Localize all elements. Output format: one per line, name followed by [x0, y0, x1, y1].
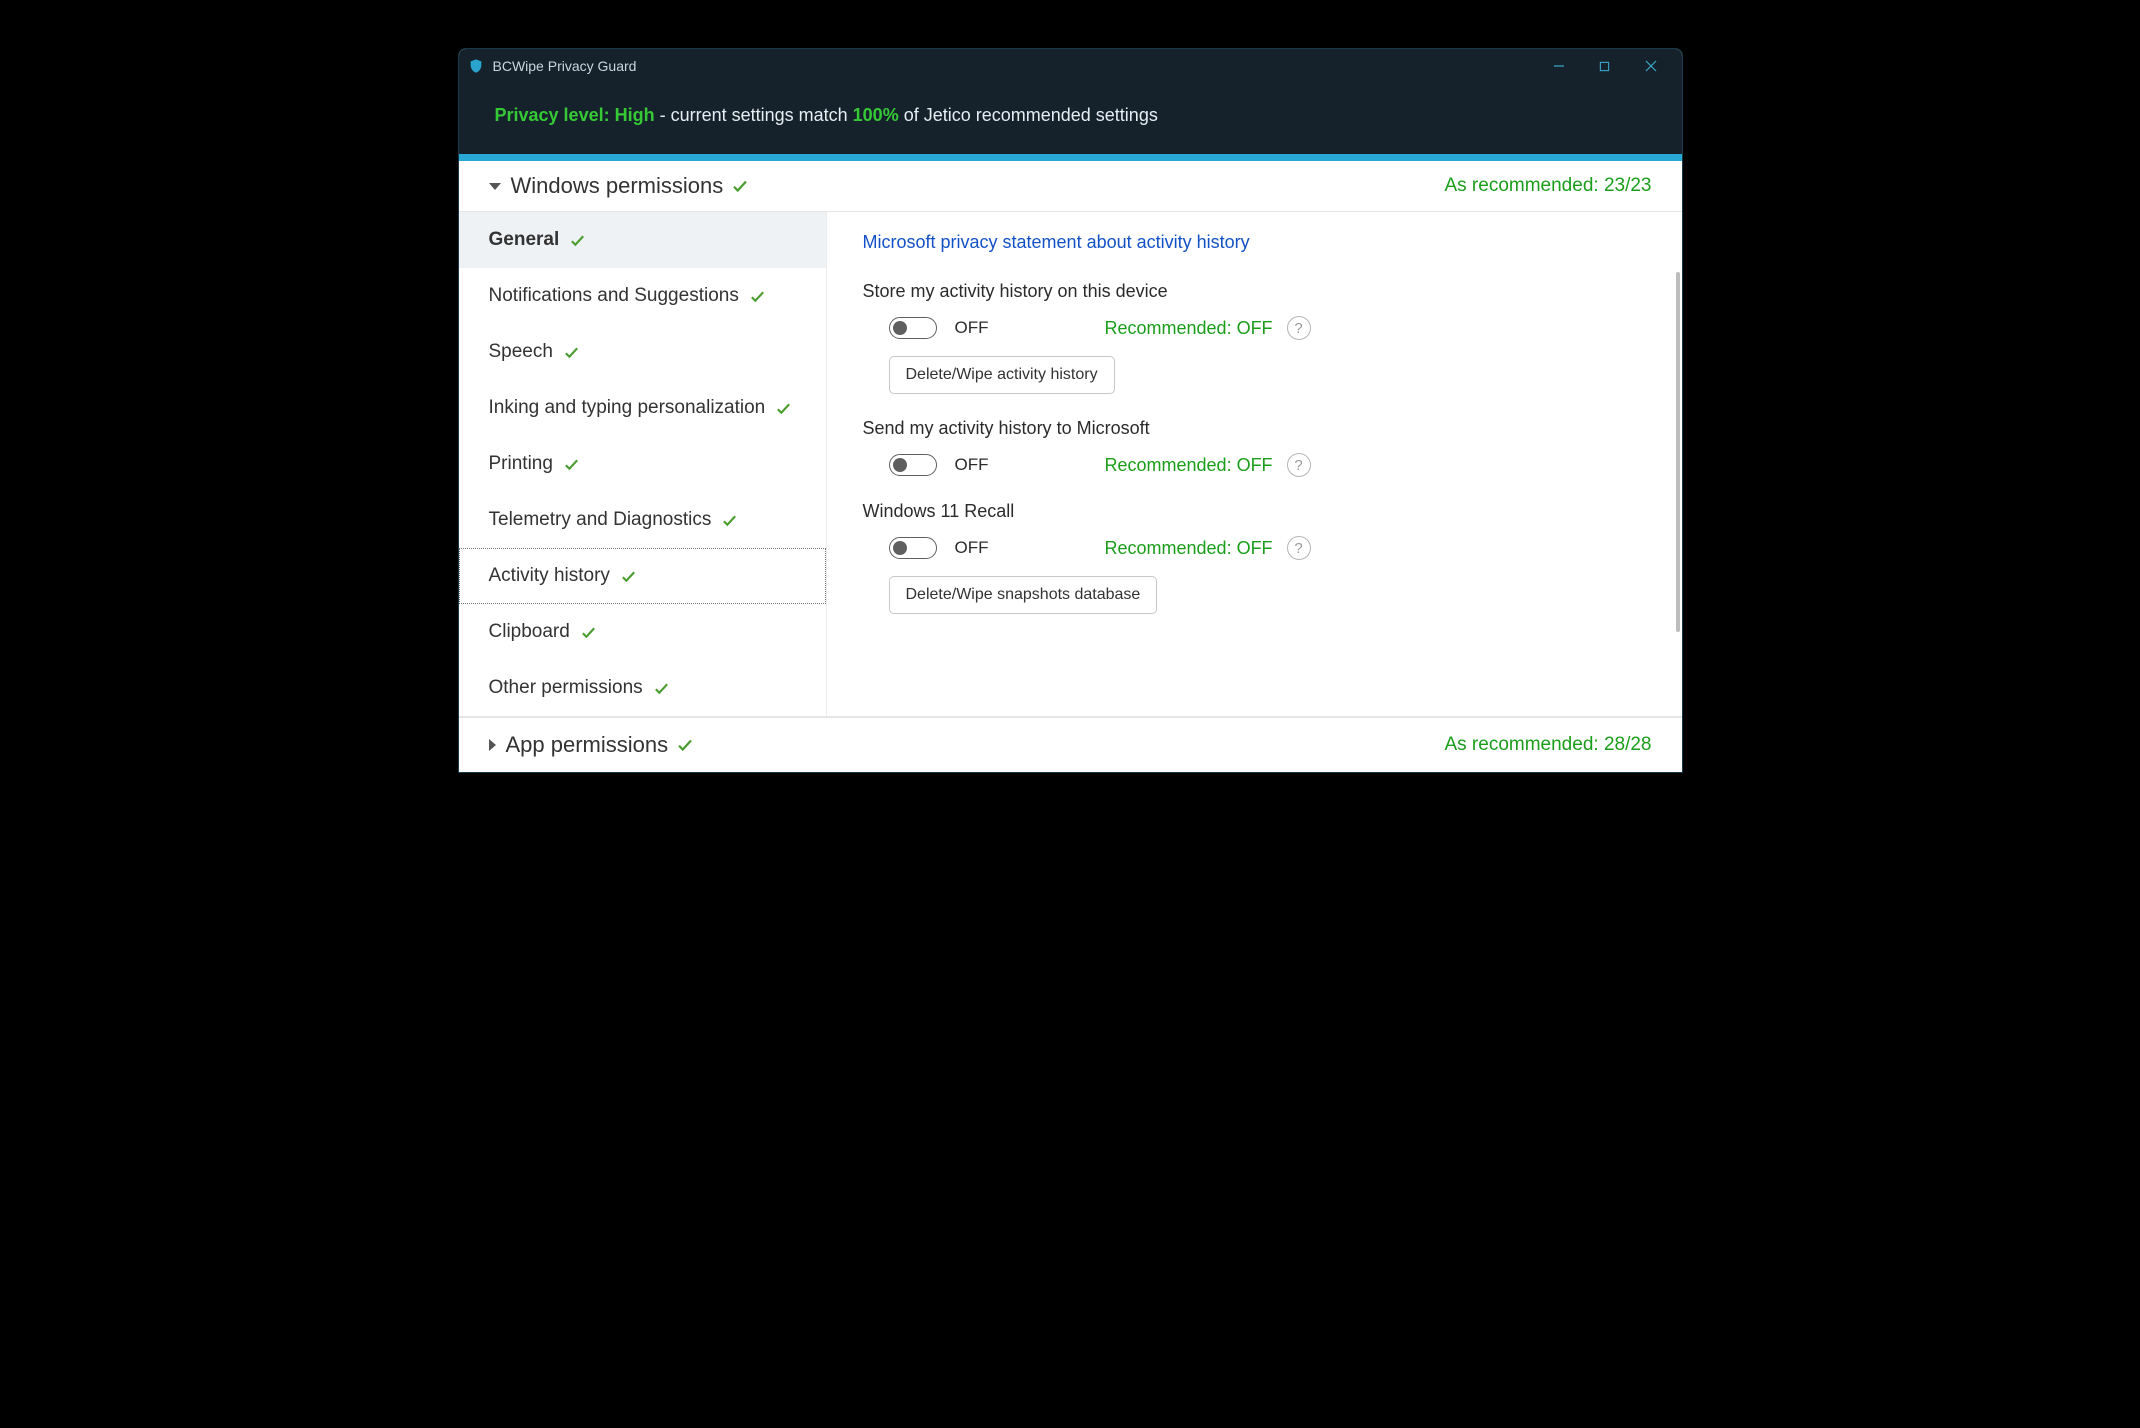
setting-group: Windows 11 Recall OFFRecommended: OFF? Del… [863, 501, 1656, 614]
setting-row: OFFRecommended: OFF? [863, 316, 1656, 340]
sidebar-item-printing[interactable]: Printing [459, 436, 826, 492]
toggle-switch[interactable] [889, 454, 937, 476]
sidebar-item-label: Printing [489, 453, 553, 475]
help-icon[interactable]: ? [1287, 453, 1311, 477]
content-panel: Microsoft privacy statement about activi… [826, 212, 1682, 716]
sidebar: General Notifications and Suggestions Spee… [459, 212, 826, 716]
privacy-percent: 100% [853, 105, 899, 125]
check-icon [580, 624, 597, 641]
app-shield-icon [467, 57, 485, 75]
setting-row: OFFRecommended: OFF? [863, 453, 1656, 477]
check-icon [563, 344, 580, 361]
setting-row: OFFRecommended: OFF? [863, 536, 1656, 560]
banner-text-1: - current settings match [655, 105, 853, 125]
check-icon [731, 177, 749, 195]
check-icon [676, 736, 694, 754]
toggle-state-label: OFF [955, 455, 1105, 475]
sidebar-item-speech[interactable]: Speech [459, 324, 826, 380]
recommended-label: Recommended: OFF [1105, 538, 1273, 559]
setting-title: Windows 11 Recall [863, 501, 1656, 522]
sidebar-item-clipboard[interactable]: Clipboard [459, 604, 826, 660]
privacy-banner: Privacy level: High - current settings m… [459, 83, 1682, 154]
sidebar-item-other-permissions[interactable]: Other permissions [459, 660, 826, 716]
setting-title: Store my activity history on this device [863, 281, 1656, 302]
check-icon [721, 512, 738, 529]
recommended-label: Recommended: OFF [1105, 318, 1273, 339]
scrollbar[interactable] [1676, 272, 1680, 632]
sidebar-item-label: Speech [489, 341, 553, 363]
privacy-statement-link[interactable]: Microsoft privacy statement about activi… [863, 232, 1250, 253]
check-icon [569, 232, 586, 249]
section-body: General Notifications and Suggestions Spee… [459, 211, 1682, 717]
chevron-down-icon [489, 183, 501, 190]
setting-group: Send my activity history to Microsoft OFF… [863, 418, 1656, 477]
section-title: App permissions [506, 732, 669, 758]
sidebar-item-label: General [489, 229, 560, 251]
sidebar-item-general[interactable]: General [459, 212, 826, 268]
check-icon [620, 568, 637, 585]
section-windows-permissions[interactable]: Windows permissions As recommended: 23/2… [459, 161, 1682, 211]
section-reco-count: As recommended: 23/23 [1444, 175, 1651, 197]
section-app-permissions[interactable]: App permissions As recommended: 28/28 [459, 717, 1682, 772]
sidebar-item-telemetry-and-diagnostics[interactable]: Telemetry and Diagnostics [459, 492, 826, 548]
help-icon[interactable]: ? [1287, 316, 1311, 340]
app-title: BCWipe Privacy Guard [493, 58, 637, 74]
chevron-right-icon [489, 739, 496, 751]
sidebar-item-label: Other permissions [489, 677, 643, 699]
close-button[interactable] [1628, 49, 1674, 83]
check-icon [563, 456, 580, 473]
help-icon[interactable]: ? [1287, 536, 1311, 560]
sidebar-item-label: Telemetry and Diagnostics [489, 509, 712, 531]
sidebar-item-label: Notifications and Suggestions [489, 285, 739, 307]
section-title: Windows permissions [511, 173, 724, 199]
setting-group: Store my activity history on this device… [863, 281, 1656, 394]
minimize-button[interactable] [1536, 49, 1582, 83]
check-icon [775, 400, 792, 417]
sidebar-item-activity-history[interactable]: Activity history [459, 548, 826, 604]
accent-bar [459, 154, 1682, 161]
action-button[interactable]: Delete/Wipe activity history [889, 356, 1115, 394]
toggle-state-label: OFF [955, 538, 1105, 558]
scrollbar-thumb[interactable] [1676, 272, 1680, 632]
toggle-switch[interactable] [889, 537, 937, 559]
toggle-switch[interactable] [889, 317, 937, 339]
action-button[interactable]: Delete/Wipe snapshots database [889, 576, 1158, 614]
app-window: BCWipe Privacy Guard Privacy level: High… [458, 48, 1683, 773]
check-icon [749, 288, 766, 305]
check-icon [653, 680, 670, 697]
sidebar-item-label: Activity history [489, 565, 610, 587]
sidebar-item-label: Inking and typing personalization [489, 397, 766, 419]
banner-text-2: of Jetico recommended settings [899, 105, 1158, 125]
maximize-button[interactable] [1582, 49, 1628, 83]
recommended-label: Recommended: OFF [1105, 455, 1273, 476]
privacy-level-label: Privacy level: High [495, 105, 655, 125]
titlebar: BCWipe Privacy Guard [459, 49, 1682, 83]
setting-title: Send my activity history to Microsoft [863, 418, 1656, 439]
sidebar-item-notifications-and-suggestions[interactable]: Notifications and Suggestions [459, 268, 826, 324]
sidebar-item-inking-and-typing-personalization[interactable]: Inking and typing personalization [459, 380, 826, 436]
sidebar-item-label: Clipboard [489, 621, 570, 643]
section-reco-count: As recommended: 28/28 [1444, 734, 1651, 756]
toggle-state-label: OFF [955, 318, 1105, 338]
